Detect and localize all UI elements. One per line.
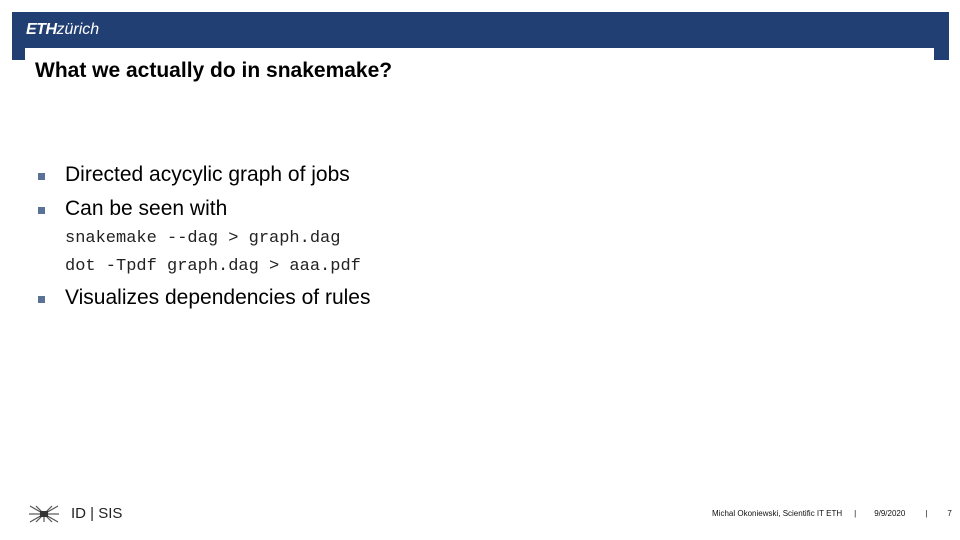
- footer-department: ID | SIS: [71, 505, 123, 522]
- footer-separator: |: [854, 509, 857, 518]
- bullet-text: Directed acycylic graph of jobs: [65, 163, 350, 186]
- footer-date: 9/9/2020: [874, 509, 906, 518]
- bullet-item: Directed acycylic graph of jobs: [38, 161, 350, 189]
- slide-title: What we actually do in snakemake?: [35, 59, 393, 82]
- code-line: dot -Tpdf graph.dag > aaa.pdf: [65, 257, 361, 276]
- page-number: 7: [947, 509, 952, 518]
- bullet-square-icon: [38, 295, 45, 303]
- bullet-item: Can be seen with: [38, 195, 227, 223]
- bullet-text: Can be seen with: [65, 197, 228, 220]
- header-bar: [12, 12, 949, 48]
- footer-separator: |: [925, 509, 928, 518]
- header-tab-left: [12, 48, 25, 60]
- logo-eth: ETH: [26, 21, 57, 38]
- bullet-square-icon: [38, 172, 45, 180]
- footer-author: Michal Okoniewski, Scientific IT ETH: [712, 509, 843, 518]
- footer-info: Michal Okoniewski, Scientific IT ETH | 9…: [712, 508, 952, 520]
- bullet-square-icon: [38, 206, 45, 214]
- eth-zurich-logo: ETHzürich: [26, 19, 99, 41]
- bullet-item: Visualizes dependencies of rules: [38, 284, 370, 312]
- bullet-text: Visualizes dependencies of rules: [65, 286, 371, 309]
- code-line: snakemake --dag > graph.dag: [65, 229, 341, 248]
- logo-zurich: zürich: [56, 21, 100, 38]
- eth-emblem-icon: [29, 505, 59, 523]
- header-tab-right: [934, 48, 949, 60]
